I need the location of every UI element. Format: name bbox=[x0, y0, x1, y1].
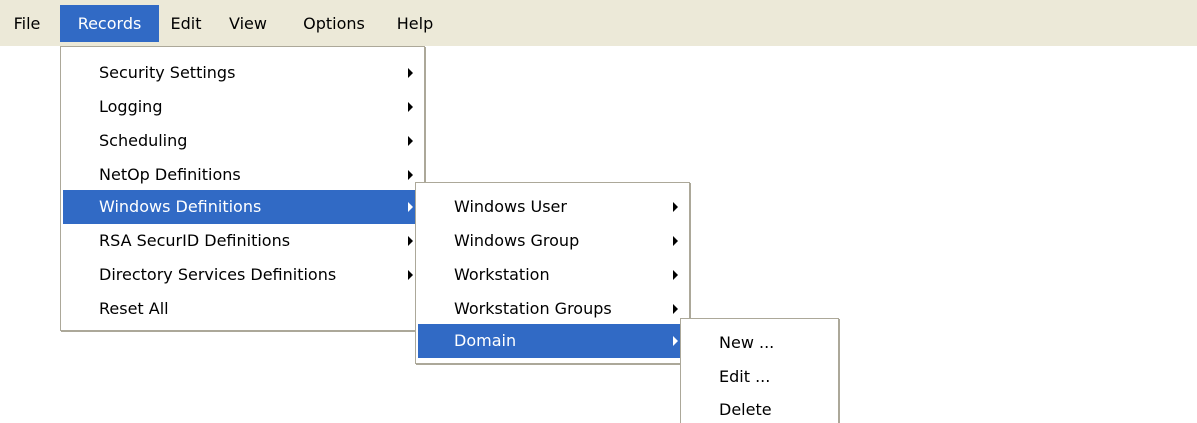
menu-item-domain[interactable]: Domain bbox=[418, 324, 687, 358]
submenu-arrow-icon bbox=[408, 102, 413, 112]
submenu-arrow-icon bbox=[673, 202, 678, 212]
menu-item-label: Reset All bbox=[99, 299, 169, 318]
domain-submenu: New ... Edit ... Delete bbox=[680, 318, 839, 423]
menu-help[interactable]: Help bbox=[385, 5, 445, 42]
menu-item-label: RSA SecurID Definitions bbox=[99, 231, 291, 250]
menu-edit[interactable]: Edit bbox=[159, 5, 213, 42]
menu-item-edit[interactable]: Edit ... bbox=[683, 360, 836, 394]
submenu-arrow-icon bbox=[673, 304, 678, 314]
menu-item-label: Workstation bbox=[454, 265, 550, 284]
menu-item-new[interactable]: New ... bbox=[683, 326, 836, 360]
menu-item-windows-group[interactable]: Windows Group bbox=[418, 224, 687, 258]
menu-item-label: Windows Definitions bbox=[99, 197, 262, 216]
menu-item-scheduling[interactable]: Scheduling bbox=[63, 124, 422, 158]
windows-definitions-submenu: Windows User Windows Group Workstation W… bbox=[415, 182, 690, 364]
submenu-arrow-icon bbox=[673, 270, 678, 280]
submenu-arrow-icon bbox=[673, 336, 678, 346]
menu-file[interactable]: File bbox=[0, 5, 54, 42]
menu-item-rsa-securid-definitions[interactable]: RSA SecurID Definitions bbox=[63, 224, 422, 258]
menu-item-label: Edit ... bbox=[719, 367, 771, 386]
menu-item-delete[interactable]: Delete bbox=[683, 393, 836, 423]
menu-item-label: Workstation Groups bbox=[454, 299, 612, 318]
submenu-arrow-icon bbox=[408, 236, 413, 246]
menu-item-label: Windows User bbox=[454, 197, 567, 216]
menu-item-label: Delete bbox=[719, 400, 772, 419]
menu-item-windows-user[interactable]: Windows User bbox=[418, 190, 687, 224]
menu-bar: File Records Edit View Options Help bbox=[0, 0, 1197, 46]
menu-item-label: Logging bbox=[99, 97, 163, 116]
menu-item-label: Windows Group bbox=[454, 231, 580, 250]
submenu-arrow-icon bbox=[408, 136, 413, 146]
menu-item-logging[interactable]: Logging bbox=[63, 90, 422, 124]
menu-item-reset-all[interactable]: Reset All bbox=[63, 292, 422, 326]
menu-item-label: NetOp Definitions bbox=[99, 165, 241, 184]
menu-records[interactable]: Records bbox=[60, 5, 159, 42]
menu-item-directory-services-definitions[interactable]: Directory Services Definitions bbox=[63, 258, 422, 292]
menu-options[interactable]: Options bbox=[283, 5, 385, 42]
records-menu: Security Settings Logging Scheduling Net… bbox=[60, 46, 425, 331]
submenu-arrow-icon bbox=[408, 68, 413, 78]
submenu-arrow-icon bbox=[408, 170, 413, 180]
menu-item-label: New ... bbox=[719, 333, 775, 352]
menu-item-label: Domain bbox=[454, 331, 517, 350]
menu-item-security-settings[interactable]: Security Settings bbox=[63, 56, 422, 90]
submenu-arrow-icon bbox=[408, 270, 413, 280]
menu-item-label: Directory Services Definitions bbox=[99, 265, 337, 284]
menu-item-label: Security Settings bbox=[99, 63, 236, 82]
menu-item-workstation[interactable]: Workstation bbox=[418, 258, 687, 292]
submenu-arrow-icon bbox=[673, 236, 678, 246]
menu-item-windows-definitions[interactable]: Windows Definitions bbox=[63, 190, 422, 224]
menu-item-netop-definitions[interactable]: NetOp Definitions bbox=[63, 158, 422, 192]
menu-view[interactable]: View bbox=[213, 5, 283, 42]
menu-item-label: Scheduling bbox=[99, 131, 188, 150]
submenu-arrow-icon bbox=[408, 202, 413, 212]
menu-item-workstation-groups[interactable]: Workstation Groups bbox=[418, 292, 687, 326]
application-window: File Records Edit View Options Help Secu… bbox=[0, 0, 1197, 423]
